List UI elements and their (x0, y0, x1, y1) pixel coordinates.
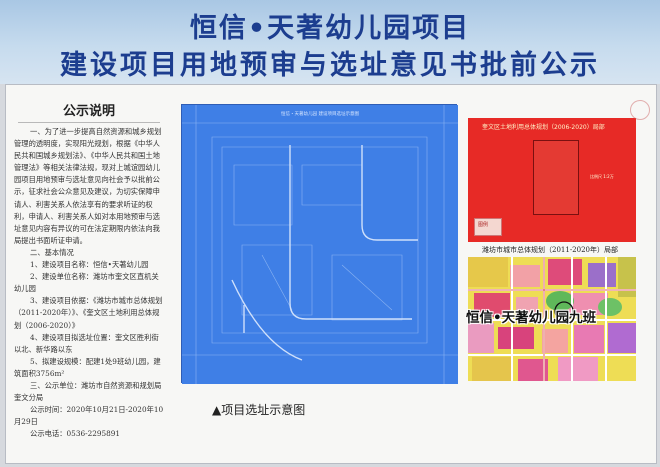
title-band: 恒信•天著幼儿园项目 建设项目用地预审与选址意见书批前公示 (0, 0, 660, 84)
land-plan-legend-title: 图例 (478, 222, 489, 228)
land-plan-label: 奎文区土地利用总体规划（2006-2020）局部 (482, 124, 605, 131)
notice-phone: 公示电话：0536-2295891 (30, 429, 121, 439)
notice-item: 5、拟建设规模：配建1处9班幼儿园，建筑面积3756m² (14, 356, 161, 378)
master-plan-caption: 潍坊市城市总体规划（2011-2020年）局部 (482, 246, 618, 254)
notice-heading: 公示说明 (62, 104, 115, 119)
notice-divider (18, 122, 160, 123)
notice-intro: 一、为了进一步提高自然资源和城乡规划管理的透明度，实现阳光规划，根据《中华人民共… (14, 127, 162, 245)
land-plan-scale: 比例尺 1:2万 (590, 174, 614, 179)
notice-item: 1、建设项目名称：恒信•天著幼儿园 (30, 260, 149, 270)
page-title: 恒信•天著幼儿园项目 (189, 13, 471, 44)
land-plan-site-box (533, 140, 579, 215)
notice-item: 2、建设单位名称：潍坊市奎文区直机关幼儿园 (14, 272, 159, 294)
notice-publicity-unit: 三、公示单位：潍坊市自然资源和规划局奎文分局 (14, 380, 162, 403)
notice-basics-heading: 二、基本情况 (30, 247, 74, 257)
site-map-header: 恒信・天著幼儿园 建设项目选址示意图 (281, 110, 359, 117)
notice-column: 公示说明 一、为了进一步提高自然资源和城乡规划管理的透明度，实现阳光规划，根据《… (14, 104, 164, 438)
site-map-image: 恒信・天著幼儿园 建设项目选址示意图 (181, 104, 458, 384)
land-plan-legend: 图例 (474, 218, 502, 236)
notice-item: 4、建设项目拟选址位置：奎文区胜利街以北、新华路以东 (14, 332, 159, 354)
land-use-plan-image: 奎文区土地利用总体规划（2006-2020）局部 比例尺 1:2万 图例 (468, 118, 636, 242)
notice-item: 3、建设项目依据：《潍坊市城市总体规划（2011-2020年）》、《奎文区土地利… (14, 296, 163, 330)
page-subtitle: 建设项目用地预审与选址意见书批前公示 (60, 50, 600, 81)
site-map-caption: ▲项目选址示意图 (212, 403, 306, 417)
seal-stamp (630, 100, 650, 120)
site-plan-drawing: 恒信・天著幼儿园 建设项目选址示意图 (182, 105, 458, 384)
project-location-label: 恒信•天著幼儿园九班 (466, 310, 597, 326)
notice-period: 公示时间：2020年10月21日-2020年10月29日 (14, 405, 164, 427)
